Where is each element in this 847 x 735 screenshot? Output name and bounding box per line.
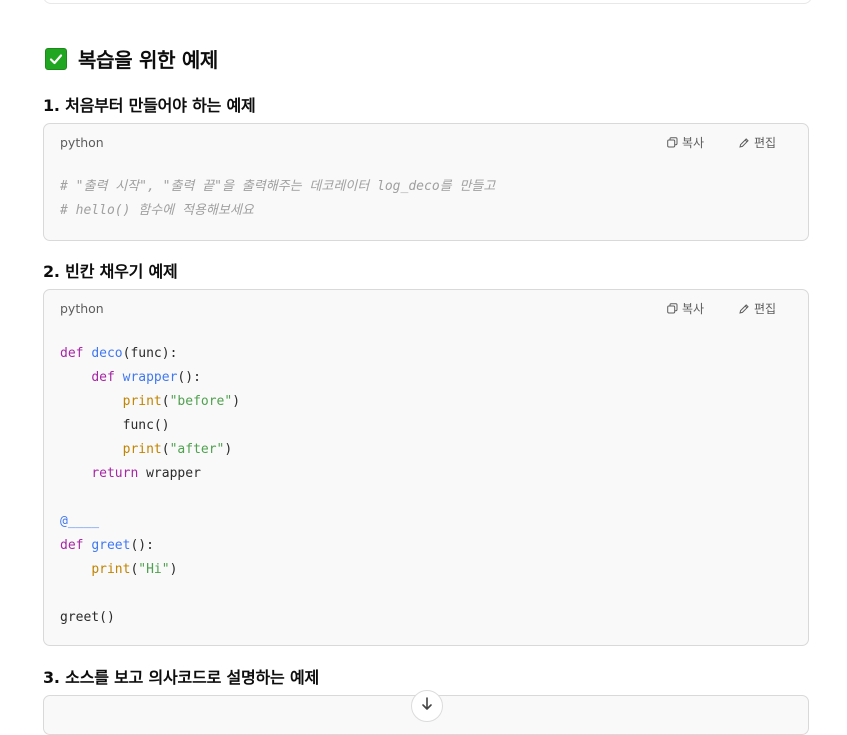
code-line: func() [60, 418, 170, 433]
code-line: def wrapper(): [91, 370, 201, 385]
copy-button-label: 복사 [682, 302, 705, 316]
code-content: # "출력 시작", "출력 끝"을 출력해주는 데코레이터 log_deco를… [60, 175, 495, 223]
copy-icon [667, 137, 678, 148]
code-content: def deco(func): def wrapper(): print("be… [60, 342, 240, 630]
copy-icon [667, 303, 678, 314]
code-line: def deco(func): [60, 346, 178, 361]
edit-button-label: 편집 [754, 302, 777, 316]
edit-button[interactable]: 편집 [738, 300, 776, 317]
example-3-title: 3. 소스를 보고 의사코드로 설명하는 예제 [43, 668, 319, 687]
edit-button[interactable]: 편집 [738, 134, 776, 151]
code-language-label: python [60, 135, 104, 150]
code-block-2: python 복사 편집 def deco(func): def wrapper… [43, 289, 809, 646]
pencil-icon [738, 137, 750, 149]
example-1-title: 1. 처음부터 만들어야 하는 예제 [43, 96, 256, 115]
copy-button-label: 복사 [682, 136, 705, 150]
copy-button[interactable]: 복사 [667, 134, 704, 151]
code-line: print("after") [122, 442, 233, 457]
arrow-down-icon [420, 696, 434, 715]
example-2-title: 2. 빈칸 채우기 예제 [43, 262, 178, 281]
code-line: @____ [60, 514, 100, 529]
section-heading: 복습을 위한 예제 [45, 44, 218, 73]
code-line: print("before") [122, 394, 241, 409]
check-mark-button-icon [45, 47, 67, 70]
pencil-icon [738, 303, 750, 315]
edit-button-label: 편집 [754, 136, 777, 150]
code-line: # hello() 함수에 적용해보세요 [60, 203, 254, 218]
code-line: # "출력 시작", "출력 끝"을 출력해주는 데코레이터 log_deco를… [60, 179, 496, 194]
copy-button[interactable]: 복사 [667, 300, 704, 317]
code-language-label: python [60, 301, 104, 316]
code-line: print("Hi") [91, 562, 178, 577]
code-line: greet() [60, 610, 115, 625]
code-block-1: python 복사 편집 # "출력 시작", "출력 끝"을 출력해주는 데코… [43, 123, 809, 241]
section-heading-text: 복습을 위한 예제 [78, 48, 219, 72]
code-line: return wrapper [91, 466, 201, 481]
previous-card-edge [43, 0, 812, 4]
scroll-down-button[interactable] [411, 690, 443, 722]
code-line: def greet(): [60, 538, 154, 553]
